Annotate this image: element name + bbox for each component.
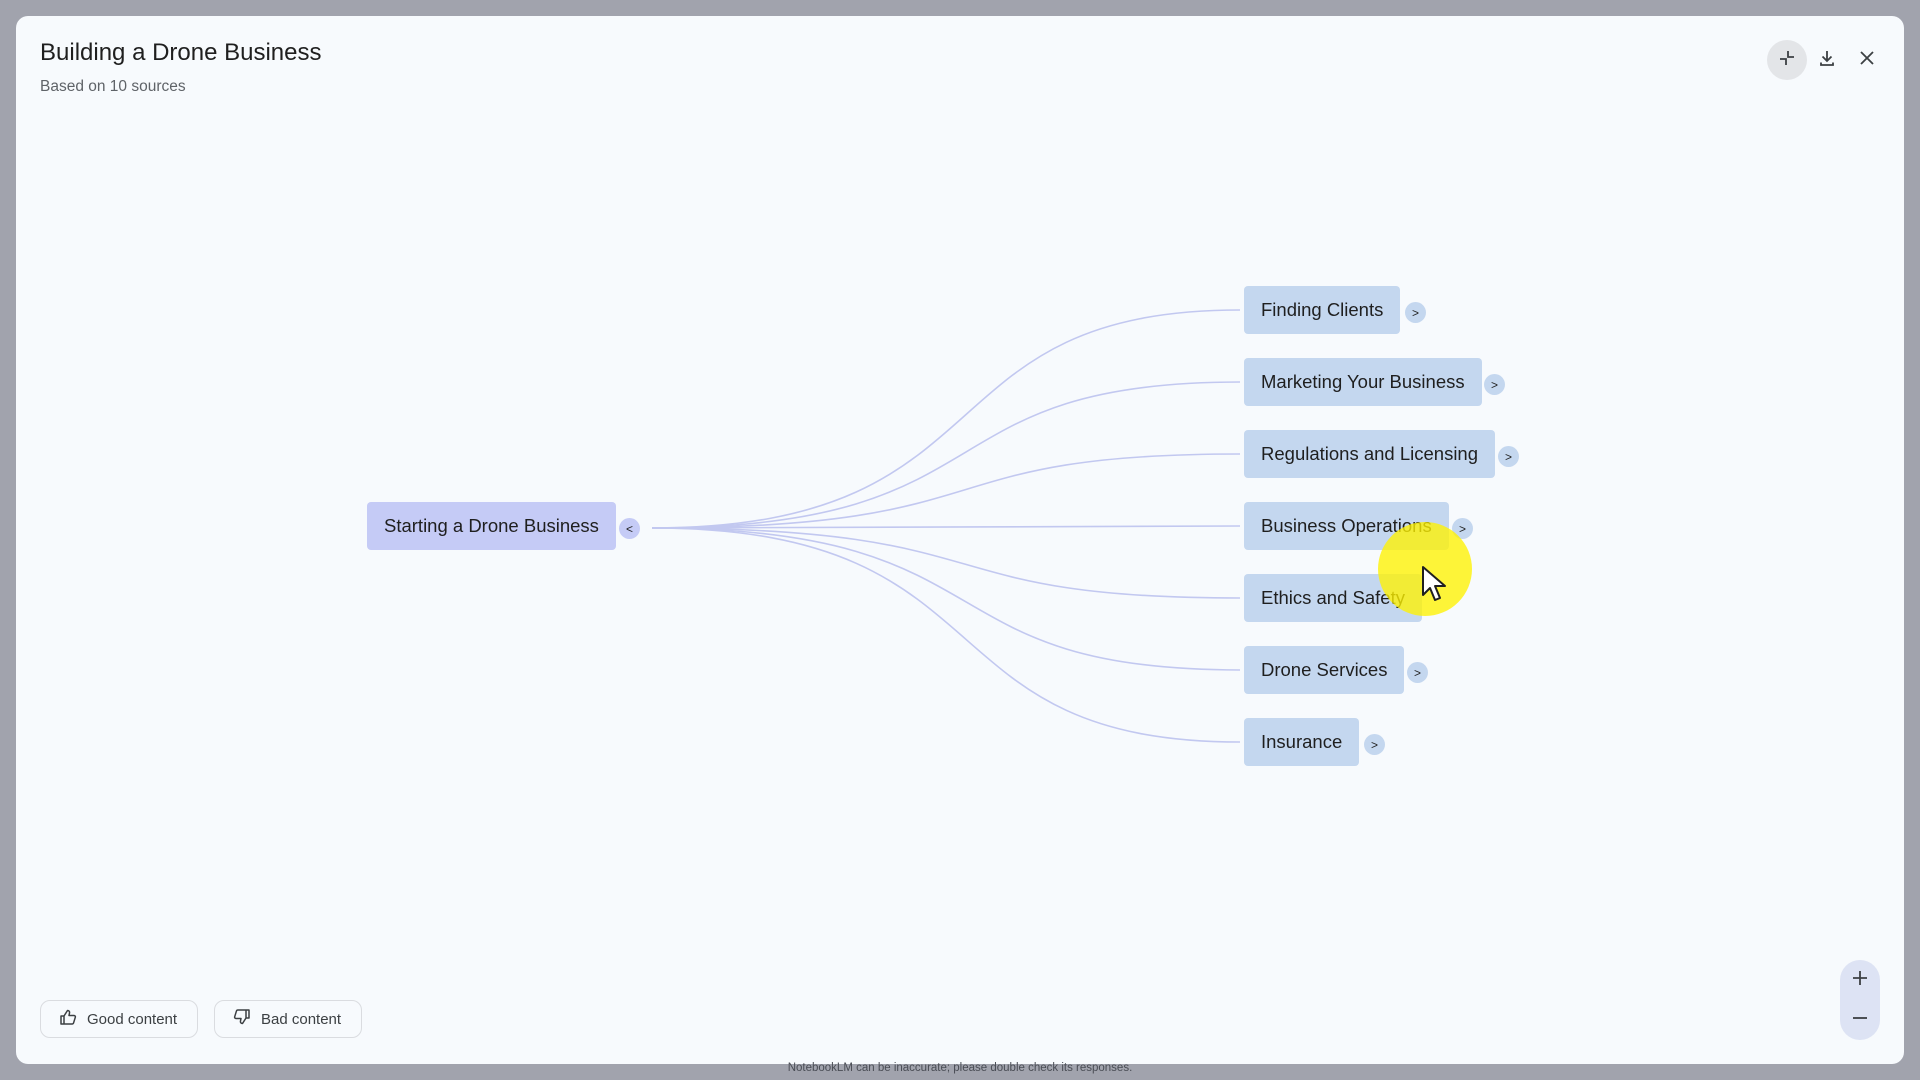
mindmap-links	[651, 309, 1241, 743]
node-drone-services[interactable]: Drone Services	[1244, 646, 1405, 694]
node-regulations-and-licensing[interactable]: Regulations and Licensing	[1244, 430, 1496, 478]
link-drone-services	[651, 527, 1241, 671]
good-content-button[interactable]: Good content	[40, 1000, 198, 1038]
mindmap-dialog: Building a Drone Business Based on 10 so…	[16, 16, 1904, 1064]
zoom-in-button[interactable]	[1840, 960, 1880, 1000]
zoom-out-button[interactable]	[1840, 1000, 1880, 1040]
bad-content-button[interactable]: Bad content	[214, 1000, 362, 1038]
thumb-down-icon	[233, 1008, 251, 1030]
expand-drone-services[interactable]: >	[1407, 662, 1428, 683]
node-finding-clients[interactable]: Finding Clients	[1244, 286, 1401, 334]
expand-finding-clients[interactable]: >	[1405, 302, 1426, 323]
mouse-pointer-icon	[1421, 565, 1451, 610]
link-ethics-and-safety	[651, 527, 1241, 599]
minus-icon	[1851, 1009, 1869, 1032]
zoom-controls	[1840, 960, 1880, 1040]
node-marketing-your-business[interactable]: Marketing Your Business	[1244, 358, 1482, 406]
bad-content-label: Bad content	[261, 1010, 342, 1028]
link-marketing-your-business	[651, 381, 1241, 529]
disclaimer-text: NotebookLM can be inaccurate; please dou…	[787, 1062, 1133, 1074]
expand-marketing-your-business[interactable]: >	[1484, 374, 1505, 395]
app-backdrop	[0, 0, 1920, 16]
link-insurance	[651, 527, 1241, 743]
root-node[interactable]: Starting a Drone Business	[367, 502, 616, 550]
node-insurance[interactable]: Insurance	[1244, 718, 1360, 766]
thumb-up-icon	[59, 1008, 77, 1030]
collapse-children-toggle[interactable]: <	[619, 518, 640, 539]
good-content-label: Good content	[87, 1010, 178, 1028]
expand-insurance[interactable]: >	[1364, 734, 1385, 755]
link-regulations-and-licensing	[651, 453, 1241, 529]
expand-regulations-and-licensing[interactable]: >	[1498, 446, 1519, 467]
plus-icon	[1851, 969, 1869, 992]
